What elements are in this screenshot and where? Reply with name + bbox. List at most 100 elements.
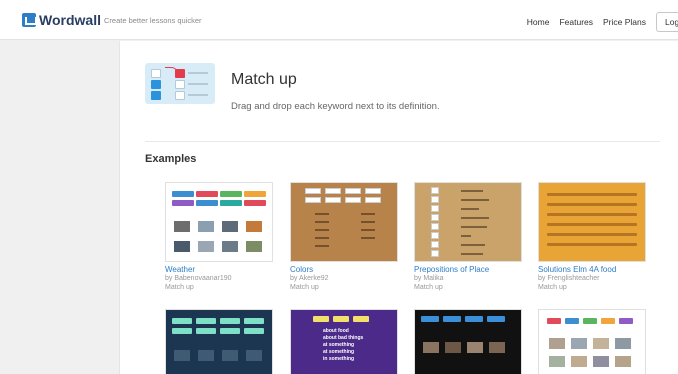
wordwall-logo[interactable]: Wordwall [22,12,101,28]
word-tile [172,191,194,197]
word-tile [353,316,369,322]
picture-slot [571,356,587,367]
card-author: by Frenglishteacher [538,275,600,282]
card-title[interactable]: Weather [165,265,273,274]
word-tile [443,316,461,322]
top-bar: Wordwall Create better lessons quicker H… [0,0,678,40]
food-row [547,213,637,216]
card-type: Match up [165,284,194,291]
word-tile [565,318,579,324]
preposition-text [461,253,483,255]
main-nav: Home Features Price Plans Log in [527,12,678,32]
word-tile [421,316,439,322]
login-button[interactable]: Log in [656,12,678,32]
picture-slot [489,342,505,353]
picture-tile [431,187,439,194]
tagline: Create better lessons quicker [104,16,202,25]
nav-features-link[interactable]: Features [559,17,593,27]
example-card-weather[interactable]: Weather by Babenovaanar190 Match up [165,182,273,292]
weather-photo [198,241,214,252]
weather-photo [246,241,262,252]
example-card-solutions-elm-4a-food[interactable]: Solutions Elm 4A food by Frenglishteache… [538,182,646,292]
word-tile [196,191,218,197]
card-thumbnail[interactable] [538,309,646,374]
color-word [315,245,329,247]
preposition-text [461,190,483,192]
phrase: in something [323,356,355,362]
word-tile [220,200,242,206]
card-title[interactable]: Colors [290,265,398,274]
card-thumbnail[interactable]: about bad things at something at somethi… [290,309,398,374]
card-thumbnail[interactable] [414,182,522,262]
food-row [547,193,637,196]
color-tile [345,188,361,194]
word-tile [313,316,329,322]
card-thumbnail[interactable] [165,182,273,262]
keyword-tile [151,91,161,100]
color-tile [365,197,381,203]
card-thumbnail[interactable] [165,309,273,374]
page-title: Match up [231,71,297,88]
picture-tile [431,241,439,248]
word-tile [601,318,615,324]
example-card-prepositions-of-place[interactable]: Prepositions of Place by Malika Match up [414,182,522,292]
nav-home-link[interactable]: Home [527,17,550,27]
card-type: Match up [290,284,319,291]
nav-price-plans-link[interactable]: Price Plans [603,17,646,27]
color-word [361,221,375,223]
example-card[interactable] [165,309,273,374]
keyword-slot [151,69,161,78]
divider [145,141,660,142]
card-thumbnail[interactable] [290,182,398,262]
color-tile [305,197,321,203]
card-type: Match up [414,284,443,291]
word-tile [196,328,216,334]
color-word [315,237,329,239]
picture-slot [593,356,609,367]
weather-photo [222,221,238,232]
picture-slot [615,356,631,367]
picture-slot [615,338,631,349]
color-word [315,221,329,223]
preposition-text [461,199,489,201]
preposition-text [461,208,479,210]
picture-slot [571,338,587,349]
word-tile [619,318,633,324]
definition-line [188,72,208,74]
color-tile [325,197,341,203]
weather-photo [174,221,190,232]
example-card-colors[interactable]: Colors by Akerke92 Match up [290,182,398,292]
word-tile [244,318,264,324]
card-title[interactable]: Solutions Elm 4A food [538,265,646,274]
color-word [361,213,375,215]
weather-photo [198,221,214,232]
phrase: at something [323,342,355,348]
preposition-text [461,235,471,237]
color-word [361,237,375,239]
picture-slot [423,342,439,353]
color-word [361,229,375,231]
word-tile [244,328,264,334]
word-tile [196,200,218,206]
food-row [547,223,637,226]
word-tile [196,318,216,324]
color-word [315,229,329,231]
card-title[interactable]: Prepositions of Place [414,265,522,274]
color-word [315,213,329,215]
template-description: Drag and drop each keyword next to its d… [231,101,440,112]
card-thumbnail[interactable] [538,182,646,262]
picture-tile [431,214,439,221]
word-tile [244,191,266,197]
example-card[interactable]: about bad things at something at somethi… [290,309,398,374]
preposition-text [461,244,485,246]
example-card[interactable] [414,309,522,374]
example-card[interactable] [538,309,646,374]
picture-slot [549,356,565,367]
picture-tile [431,223,439,230]
word-tile [220,191,242,197]
card-thumbnail[interactable] [414,309,522,374]
picture-slot [246,350,262,361]
food-row [547,243,637,246]
phrase: about bad things [323,335,364,341]
phrase: at something [323,349,355,355]
